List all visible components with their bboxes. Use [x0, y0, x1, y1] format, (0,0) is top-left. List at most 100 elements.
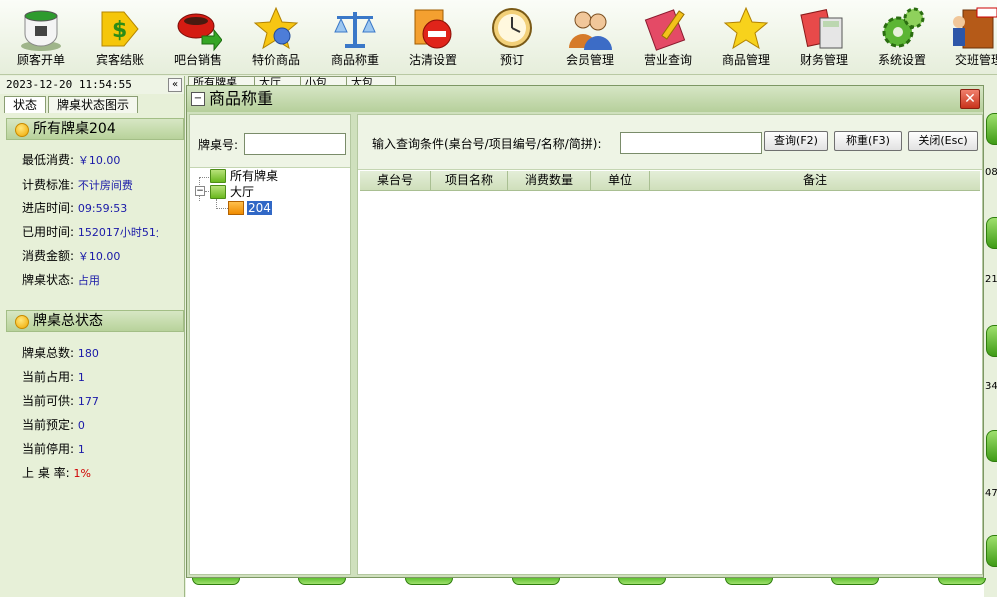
tree-connector [216, 208, 228, 209]
scale-icon [334, 12, 376, 48]
toolbar-label: 预订 [499, 53, 524, 67]
toolbar-shift-button[interactable]: 交班管理 [941, 2, 997, 72]
items-grid-header: 桌台号 项目名称 消费数量 单位 备注 [360, 171, 980, 191]
toolbar-label: 会员管理 [565, 53, 614, 67]
table-tile[interactable] [725, 578, 773, 585]
dialog-title: 商品称重 [209, 89, 274, 108]
tree-node-all-tables[interactable]: 所有牌桌 [230, 169, 278, 183]
consumption-panel: 输入查询条件(桌台号/项目编号/名称/简拼): 查询(F2) 称重(F3) 关闭… [357, 114, 983, 575]
table-tile[interactable] [986, 430, 997, 462]
table-number: 47 [985, 488, 997, 499]
dialog-titlebar[interactable]: − 商品称重 ✕ [187, 86, 983, 112]
status-panel: 2023-12-20 11:54:55 « 状态 牌桌状态图示 所有牌桌204 … [0, 76, 185, 597]
section-overall-status: 牌桌总状态 [6, 310, 184, 332]
table-tile[interactable] [986, 325, 997, 357]
toolbar-system-settings-button[interactable]: 系统设置 [863, 2, 941, 72]
toolbar-label: 系统设置 [877, 53, 926, 67]
table-tile[interactable] [938, 578, 986, 585]
toolbar-soldout-button[interactable]: 沽清设置 [394, 2, 472, 72]
info-row: 牌桌总数: 180 [22, 346, 99, 360]
toolbar-special-goods-button[interactable]: 特价商品 [237, 2, 315, 72]
section-title: 所有牌桌204 [33, 121, 116, 137]
info-row: 最低消费: ￥10.00 [22, 153, 121, 167]
table-tile[interactable] [512, 578, 560, 585]
query-bar: 输入查询条件(桌台号/项目编号/名称/简拼): 查询(F2) 称重(F3) 关闭… [358, 115, 982, 170]
column-header[interactable]: 项目名称 [431, 171, 508, 190]
tab-table-legend[interactable]: 牌桌状态图示 [48, 96, 139, 113]
section-current-table: 所有牌桌204 [6, 118, 184, 140]
toolbar-finance-button[interactable]: 财务管理 [785, 2, 863, 72]
toolbar-weigh-button[interactable]: 商品称重 [316, 2, 394, 72]
toolbar-label: 商品称重 [330, 53, 379, 67]
info-row: 已用时间: 152017小时51分 [22, 225, 158, 239]
current-datetime: 2023-12-20 11:54:55 [0, 76, 184, 94]
toolbar-business-query-button[interactable]: 营业查询 [629, 2, 707, 72]
info-row: 上 桌 率: 1% [22, 466, 91, 480]
toolbar-reserve-button[interactable]: 预订 [473, 2, 551, 72]
table-number-input[interactable] [244, 133, 346, 155]
tree-collapse-icon[interactable]: − [195, 186, 205, 196]
table-tile[interactable] [986, 113, 997, 145]
tree-node-hall[interactable]: 大厅 [230, 185, 254, 199]
table-tile[interactable] [986, 217, 997, 249]
toolbar-bar-sales-button[interactable]: 吧台销售 [159, 2, 237, 72]
coffee-cup-icon [21, 10, 61, 51]
star-gear-icon [253, 6, 299, 50]
folder-icon [210, 185, 226, 199]
tree-node-table-204[interactable]: 204 [247, 201, 272, 215]
status-dot-icon [15, 315, 29, 329]
table-number: 21 [985, 274, 997, 285]
tree-connector [205, 191, 209, 192]
gears-icon [882, 7, 925, 48]
toolbar-label: 交班管理 [955, 53, 997, 67]
toolbar-label: 特价商品 [251, 53, 300, 67]
collapse-panel-button[interactable]: « [168, 78, 182, 92]
tree-connector [199, 177, 209, 178]
table-tiles-peek: 08 21 34 47 [984, 85, 997, 597]
table-tree-panel: 牌桌号: 所有牌桌 − 大厅 204 [189, 114, 351, 575]
column-header[interactable]: 桌台号 [360, 171, 431, 190]
table-tiles-bottom-peek [186, 578, 986, 597]
tree-node-label: 204 [247, 201, 272, 215]
table-tile[interactable] [298, 578, 346, 585]
info-row: 当前占用: 1 [22, 370, 85, 384]
toolbar-goods-manage-button[interactable]: 商品管理 [707, 2, 785, 72]
toolbar-checkout-button[interactable]: $ 宾客结账 [81, 2, 159, 72]
info-row: 计费标准: 不计房间费 [22, 178, 133, 192]
table-tile[interactable] [831, 578, 879, 585]
toolbar-label: 吧台销售 [173, 53, 222, 67]
toolbar-label: 营业查询 [643, 53, 692, 67]
dollar-arrow-icon: $ [101, 11, 139, 47]
items-grid-body[interactable] [360, 191, 980, 571]
toolbar-open-order-button[interactable]: 顾客开单 [2, 2, 80, 72]
column-header[interactable]: 消费数量 [508, 171, 591, 190]
dialog-close-button[interactable]: ✕ [960, 89, 980, 109]
table-tile[interactable] [618, 578, 666, 585]
weigh-button[interactable]: 称重(F3) [834, 131, 902, 151]
no-entry-icon [414, 9, 452, 49]
close-button[interactable]: 关闭(Esc) [908, 131, 978, 151]
info-row: 当前预定: 0 [22, 418, 85, 432]
column-header[interactable]: 备注 [650, 171, 980, 190]
toolbar-label: 宾客结账 [95, 53, 144, 67]
toolbar-members-button[interactable]: 会员管理 [551, 2, 629, 72]
table-tile[interactable] [192, 578, 240, 585]
members-icon [569, 11, 612, 50]
column-header[interactable]: 单位 [591, 171, 650, 190]
info-row: 消费金额: ￥10.00 [22, 249, 121, 263]
window-menu-icon[interactable]: − [191, 92, 205, 106]
table-number: 08 [985, 167, 997, 178]
tab-status[interactable]: 状态 [4, 96, 47, 113]
section-title: 牌桌总状态 [33, 313, 103, 329]
table-tile[interactable] [405, 578, 453, 585]
table-icon [228, 201, 244, 215]
query-input[interactable] [620, 132, 762, 154]
clock-icon [492, 8, 532, 48]
exit-door-icon [953, 7, 997, 49]
toolbar-label: 财务管理 [799, 53, 848, 67]
table-tile[interactable] [986, 535, 997, 567]
notebook-pen-icon [644, 9, 686, 51]
query-button[interactable]: 查询(F2) [764, 131, 828, 151]
teacup-arrow-icon [177, 13, 222, 52]
weigh-dialog: − 商品称重 ✕ 牌桌号: 所有牌桌 − 大厅 204 输入查询条件(桌台号/项… [186, 85, 984, 578]
